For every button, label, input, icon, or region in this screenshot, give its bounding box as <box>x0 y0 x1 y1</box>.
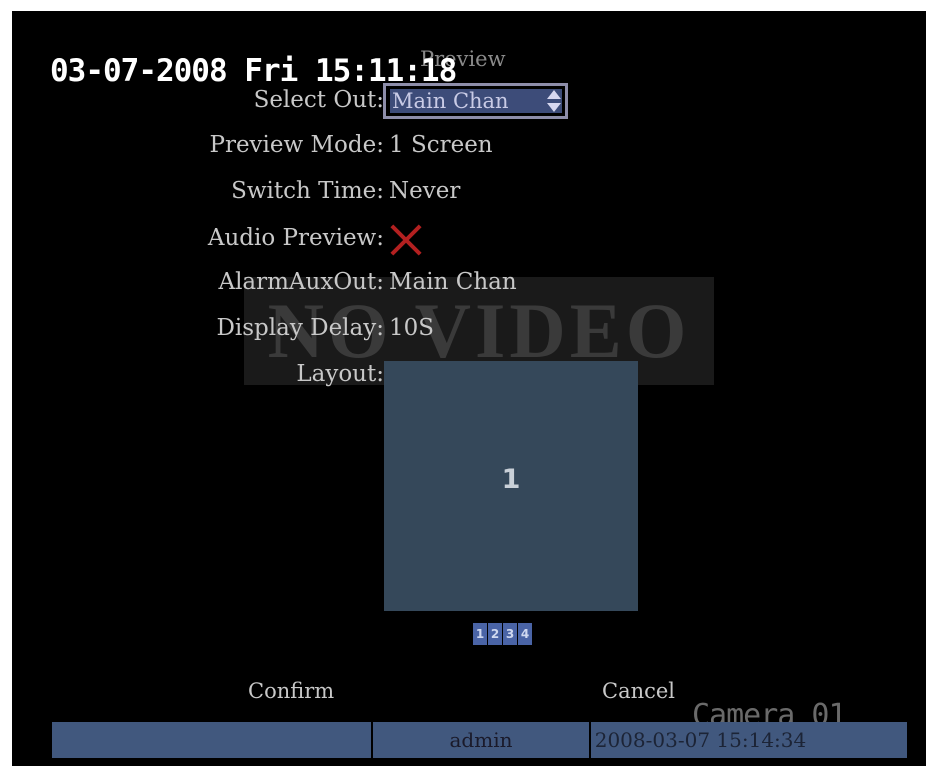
layout-page-1[interactable]: 1 <box>473 623 487 645</box>
display-delay-label: Display Delay: <box>216 315 384 341</box>
x-icon[interactable] <box>389 223 423 257</box>
layout-window-number: 1 <box>501 464 521 495</box>
spin-arrows-icon[interactable] <box>547 90 561 112</box>
select-out-value: Main Chan <box>390 89 562 113</box>
preview-mode-value[interactable]: 1 Screen <box>389 132 493 158</box>
layout-preview[interactable]: 1 <box>384 361 638 611</box>
switch-time-value[interactable]: Never <box>389 178 460 204</box>
select-out-label: Select Out: <box>253 87 384 113</box>
status-user: admin <box>373 722 589 758</box>
switch-time-label: Switch Time: <box>231 178 384 204</box>
audio-preview-label: Audio Preview: <box>207 225 384 251</box>
preview-mode-label: Preview Mode: <box>209 132 384 158</box>
status-bar: admin 2008-03-07 15:14:34 <box>52 722 907 758</box>
arrow-up-icon <box>547 90 561 99</box>
layout-page-4[interactable]: 4 <box>518 623 532 645</box>
layout-page-2[interactable]: 2 <box>488 623 502 645</box>
alarm-aux-out-label: AlarmAuxOut: <box>218 269 384 295</box>
select-out-dropdown[interactable]: Main Chan <box>383 83 568 119</box>
confirm-button[interactable]: Confirm <box>248 679 334 703</box>
arrow-down-icon <box>547 103 561 112</box>
display-delay-value[interactable]: 10S <box>389 315 434 341</box>
dvr-screen: NO VIDEO Preview 03-07-2008 Fri 15:11:18… <box>12 11 926 766</box>
cancel-button[interactable]: Cancel <box>602 679 675 703</box>
status-cell-empty <box>52 722 372 758</box>
layout-label: Layout: <box>296 361 384 387</box>
layout-page-selector: 1 2 3 4 <box>473 623 532 645</box>
status-datetime: 2008-03-07 15:14:34 <box>590 722 907 758</box>
layout-page-3[interactable]: 3 <box>503 623 517 645</box>
alarm-aux-out-value[interactable]: Main Chan <box>389 269 517 295</box>
